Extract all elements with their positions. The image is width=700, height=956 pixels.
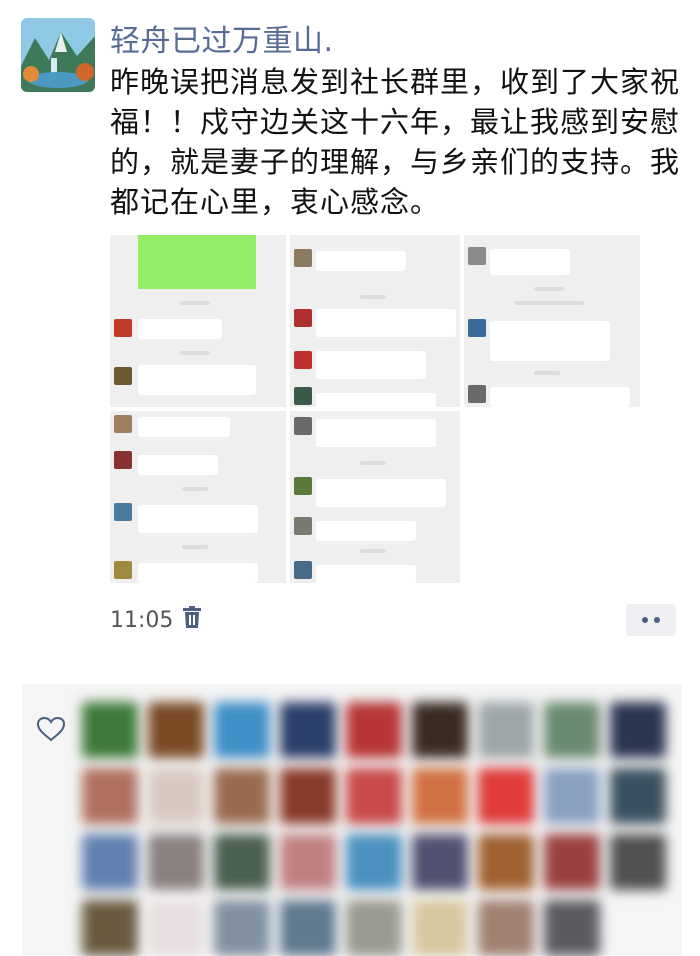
heart-outline-icon	[36, 716, 66, 746]
chat-screenshot-2[interactable]	[290, 235, 460, 407]
liker-avatar[interactable]	[544, 702, 600, 758]
liker-avatar[interactable]	[148, 834, 204, 890]
liker-avatar[interactable]	[280, 768, 336, 824]
liker-avatar[interactable]	[82, 900, 138, 956]
liker-avatar[interactable]	[544, 768, 600, 824]
liker-avatar[interactable]	[610, 768, 666, 824]
chat-screenshot-5[interactable]	[290, 411, 460, 583]
liker-avatar[interactable]	[478, 900, 534, 956]
liker-avatar[interactable]	[610, 834, 666, 890]
liker-avatar[interactable]	[610, 702, 666, 758]
liker-avatar[interactable]	[544, 834, 600, 890]
chat-screenshot-3[interactable]	[464, 235, 640, 407]
liker-avatar[interactable]	[148, 900, 204, 956]
liker-avatar[interactable]	[82, 702, 138, 758]
chat-screenshot-1[interactable]	[110, 235, 286, 407]
author-nickname[interactable]: 轻舟已过万重山.	[110, 16, 334, 60]
more-dots-icon[interactable]	[626, 604, 676, 636]
post-text: 昨晚误把消息发到社长群里，收到了大家祝福！！戍守边关这十六年，最让我感到安慰的，…	[110, 65, 681, 219]
liker-avatar[interactable]	[412, 900, 468, 956]
avatar[interactable]	[21, 18, 95, 92]
liker-avatar[interactable]	[214, 834, 270, 890]
liker-avatar[interactable]	[280, 900, 336, 956]
post-meta: 11:05	[110, 606, 202, 634]
liker-avatar[interactable]	[346, 834, 402, 890]
liker-avatar[interactable]	[478, 768, 534, 824]
liker-avatar[interactable]	[214, 900, 270, 956]
trash-icon[interactable]	[183, 606, 202, 634]
liker-avatar[interactable]	[82, 834, 138, 890]
post-image-collage[interactable]	[110, 235, 640, 583]
liker-avatar[interactable]	[82, 768, 138, 824]
liker-avatar[interactable]	[478, 834, 534, 890]
liker-avatar[interactable]	[412, 834, 468, 890]
liker-avatar[interactable]	[346, 900, 402, 956]
dot	[642, 617, 648, 623]
liker-avatar[interactable]	[412, 768, 468, 824]
liker-avatar[interactable]	[544, 900, 600, 956]
landscape-avatar-image	[21, 18, 95, 92]
liker-avatar[interactable]	[214, 702, 270, 758]
liker-avatar[interactable]	[280, 834, 336, 890]
liker-avatar[interactable]	[148, 768, 204, 824]
liker-avatar[interactable]	[148, 702, 204, 758]
liker-avatar[interactable]	[478, 702, 534, 758]
post-time: 11:05	[110, 607, 174, 633]
chat-screenshot-4[interactable]	[110, 411, 286, 583]
liker-avatar[interactable]	[346, 702, 402, 758]
liker-avatar[interactable]	[346, 768, 402, 824]
dot	[654, 617, 660, 623]
liker-avatar[interactable]	[412, 702, 468, 758]
liker-avatar[interactable]	[214, 768, 270, 824]
likes-panel	[22, 684, 682, 956]
liker-avatar[interactable]	[280, 702, 336, 758]
